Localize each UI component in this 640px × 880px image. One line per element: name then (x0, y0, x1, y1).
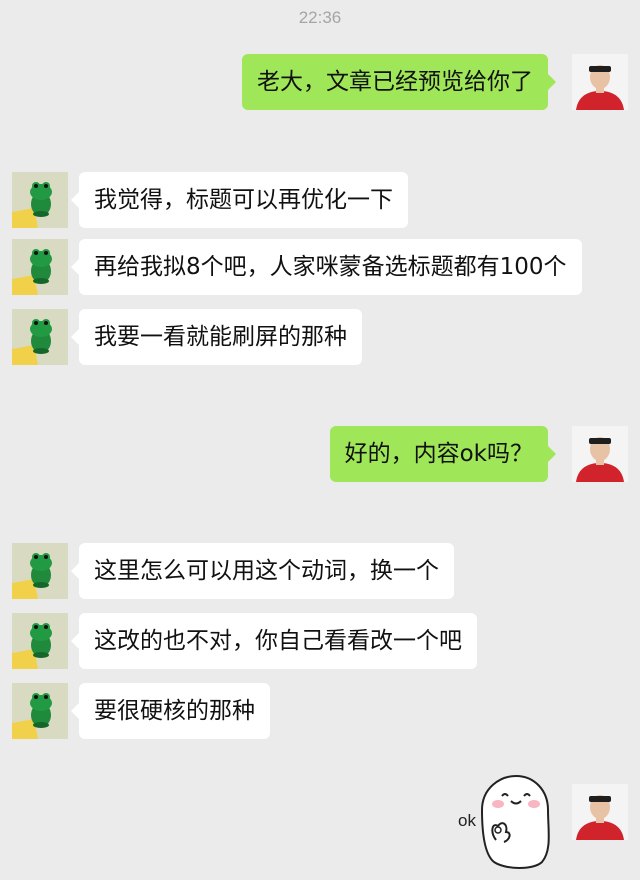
frog-figurine-icon (12, 309, 68, 365)
sticker-ok-label: ok (458, 811, 476, 830)
contact-avatar[interactable] (12, 309, 68, 365)
my-avatar[interactable] (572, 54, 628, 110)
message-bubble-received[interactable]: 再给我拟8个吧，人家咪蒙备选标题都有100个 (71, 239, 582, 295)
frog-figurine-icon (12, 613, 68, 669)
message-text: 我要一看就能刷屏的那种 (94, 324, 347, 350)
ok-hand-sticker-icon: ok (458, 774, 550, 869)
frog-figurine-icon (12, 543, 68, 599)
person-avatar-icon (572, 784, 628, 840)
my-avatar[interactable] (572, 426, 628, 482)
message-bubble-received[interactable]: 这里怎么可以用这个动词，换一个 (71, 543, 454, 599)
message-bubble-received[interactable]: 我要一看就能刷屏的那种 (71, 309, 362, 365)
contact-avatar[interactable] (12, 683, 68, 739)
message-text: 这里怎么可以用这个动词，换一个 (94, 558, 439, 584)
frog-figurine-icon (12, 683, 68, 739)
my-avatar[interactable] (572, 784, 628, 840)
chat-timestamp: 22:36 (298, 8, 342, 27)
message-bubble-received[interactable]: 要很硬核的那种 (71, 683, 270, 739)
message-text: 再给我拟8个吧，人家咪蒙备选标题都有100个 (94, 254, 567, 280)
frog-figurine-icon (12, 239, 68, 295)
message-text: 这改的也不对，你自己看看改一个吧 (94, 628, 462, 654)
message-text: 要很硬核的那种 (94, 698, 255, 724)
contact-avatar[interactable] (12, 239, 68, 295)
message-text: 好的，内容ok吗？ (344, 441, 533, 467)
message-bubble-received[interactable]: 这改的也不对，你自己看看改一个吧 (71, 613, 477, 669)
contact-avatar[interactable] (12, 172, 68, 228)
ok-sticker-message[interactable]: ok (438, 770, 562, 874)
message-text: 老大，文章已经预览给你了 (257, 69, 533, 95)
message-bubble-sent[interactable]: 好的，内容ok吗？ (329, 426, 557, 482)
message-text: 我觉得，标题可以再优化一下 (94, 187, 393, 213)
message-bubble-received[interactable]: 我觉得，标题可以再优化一下 (71, 172, 408, 228)
contact-avatar[interactable] (12, 543, 68, 599)
message-bubble-sent[interactable]: 老大，文章已经预览给你了 (242, 54, 556, 110)
person-avatar-icon (572, 426, 628, 482)
person-avatar-icon (572, 54, 628, 110)
frog-figurine-icon (12, 172, 68, 228)
contact-avatar[interactable] (12, 613, 68, 669)
